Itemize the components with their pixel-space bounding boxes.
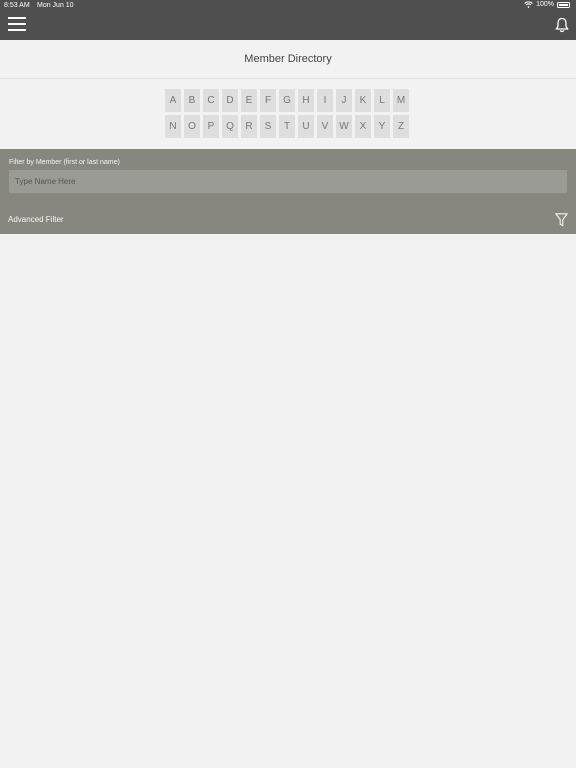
- alphabet-row-2: N O P Q R S T U V W X Y Z: [165, 115, 411, 138]
- funnel-icon[interactable]: [555, 213, 568, 227]
- filter-label: Filter by Member (first or last name): [9, 159, 120, 166]
- letter-t[interactable]: T: [279, 115, 295, 138]
- letter-s[interactable]: S: [260, 115, 276, 138]
- filter-panel: Filter by Member (first or last name) Ad…: [0, 149, 576, 234]
- letter-j[interactable]: J: [336, 89, 352, 112]
- letter-o[interactable]: O: [184, 115, 200, 138]
- bell-icon[interactable]: [555, 17, 569, 33]
- letter-p[interactable]: P: [203, 115, 219, 138]
- alphabet-row-1: A B C D E F G H I J K L M: [165, 89, 411, 112]
- status-right: 100%: [524, 1, 570, 8]
- member-name-input[interactable]: [9, 170, 567, 193]
- letter-u[interactable]: U: [298, 115, 314, 138]
- letter-q[interactable]: Q: [222, 115, 238, 138]
- letter-i[interactable]: I: [317, 89, 333, 112]
- letter-l[interactable]: L: [374, 89, 390, 112]
- status-bar: 8:53 AM Mon Jun 10 100%: [0, 0, 576, 12]
- letter-k[interactable]: K: [355, 89, 371, 112]
- app-top-bar: 8:53 AM Mon Jun 10 100%: [0, 0, 576, 40]
- battery-icon: [557, 1, 570, 8]
- letter-z[interactable]: Z: [393, 115, 409, 138]
- letter-g[interactable]: G: [279, 89, 295, 112]
- alphabet-index: A B C D E F G H I J K L M N O P Q R S T …: [165, 89, 411, 141]
- hamburger-menu-icon[interactable]: [8, 17, 26, 31]
- letter-a[interactable]: A: [165, 89, 181, 112]
- battery-percent: 100%: [536, 1, 554, 8]
- letter-c[interactable]: C: [203, 89, 219, 112]
- letter-m[interactable]: M: [393, 89, 409, 112]
- advanced-filter-link[interactable]: Advanced Filter: [8, 215, 64, 224]
- letter-v[interactable]: V: [317, 115, 333, 138]
- status-time: 8:53 AM: [4, 2, 30, 9]
- letter-y[interactable]: Y: [374, 115, 390, 138]
- letter-r[interactable]: R: [241, 115, 257, 138]
- letter-w[interactable]: W: [336, 115, 352, 138]
- letter-n[interactable]: N: [165, 115, 181, 138]
- letter-x[interactable]: X: [355, 115, 371, 138]
- letter-e[interactable]: E: [241, 89, 257, 112]
- letter-f[interactable]: F: [260, 89, 276, 112]
- letter-b[interactable]: B: [184, 89, 200, 112]
- title-bar: Member Directory: [0, 40, 576, 79]
- letter-h[interactable]: H: [298, 89, 314, 112]
- status-date: Mon Jun 10: [37, 2, 74, 9]
- wifi-icon: [524, 1, 533, 8]
- letter-d[interactable]: D: [222, 89, 238, 112]
- page-title: Member Directory: [244, 53, 332, 65]
